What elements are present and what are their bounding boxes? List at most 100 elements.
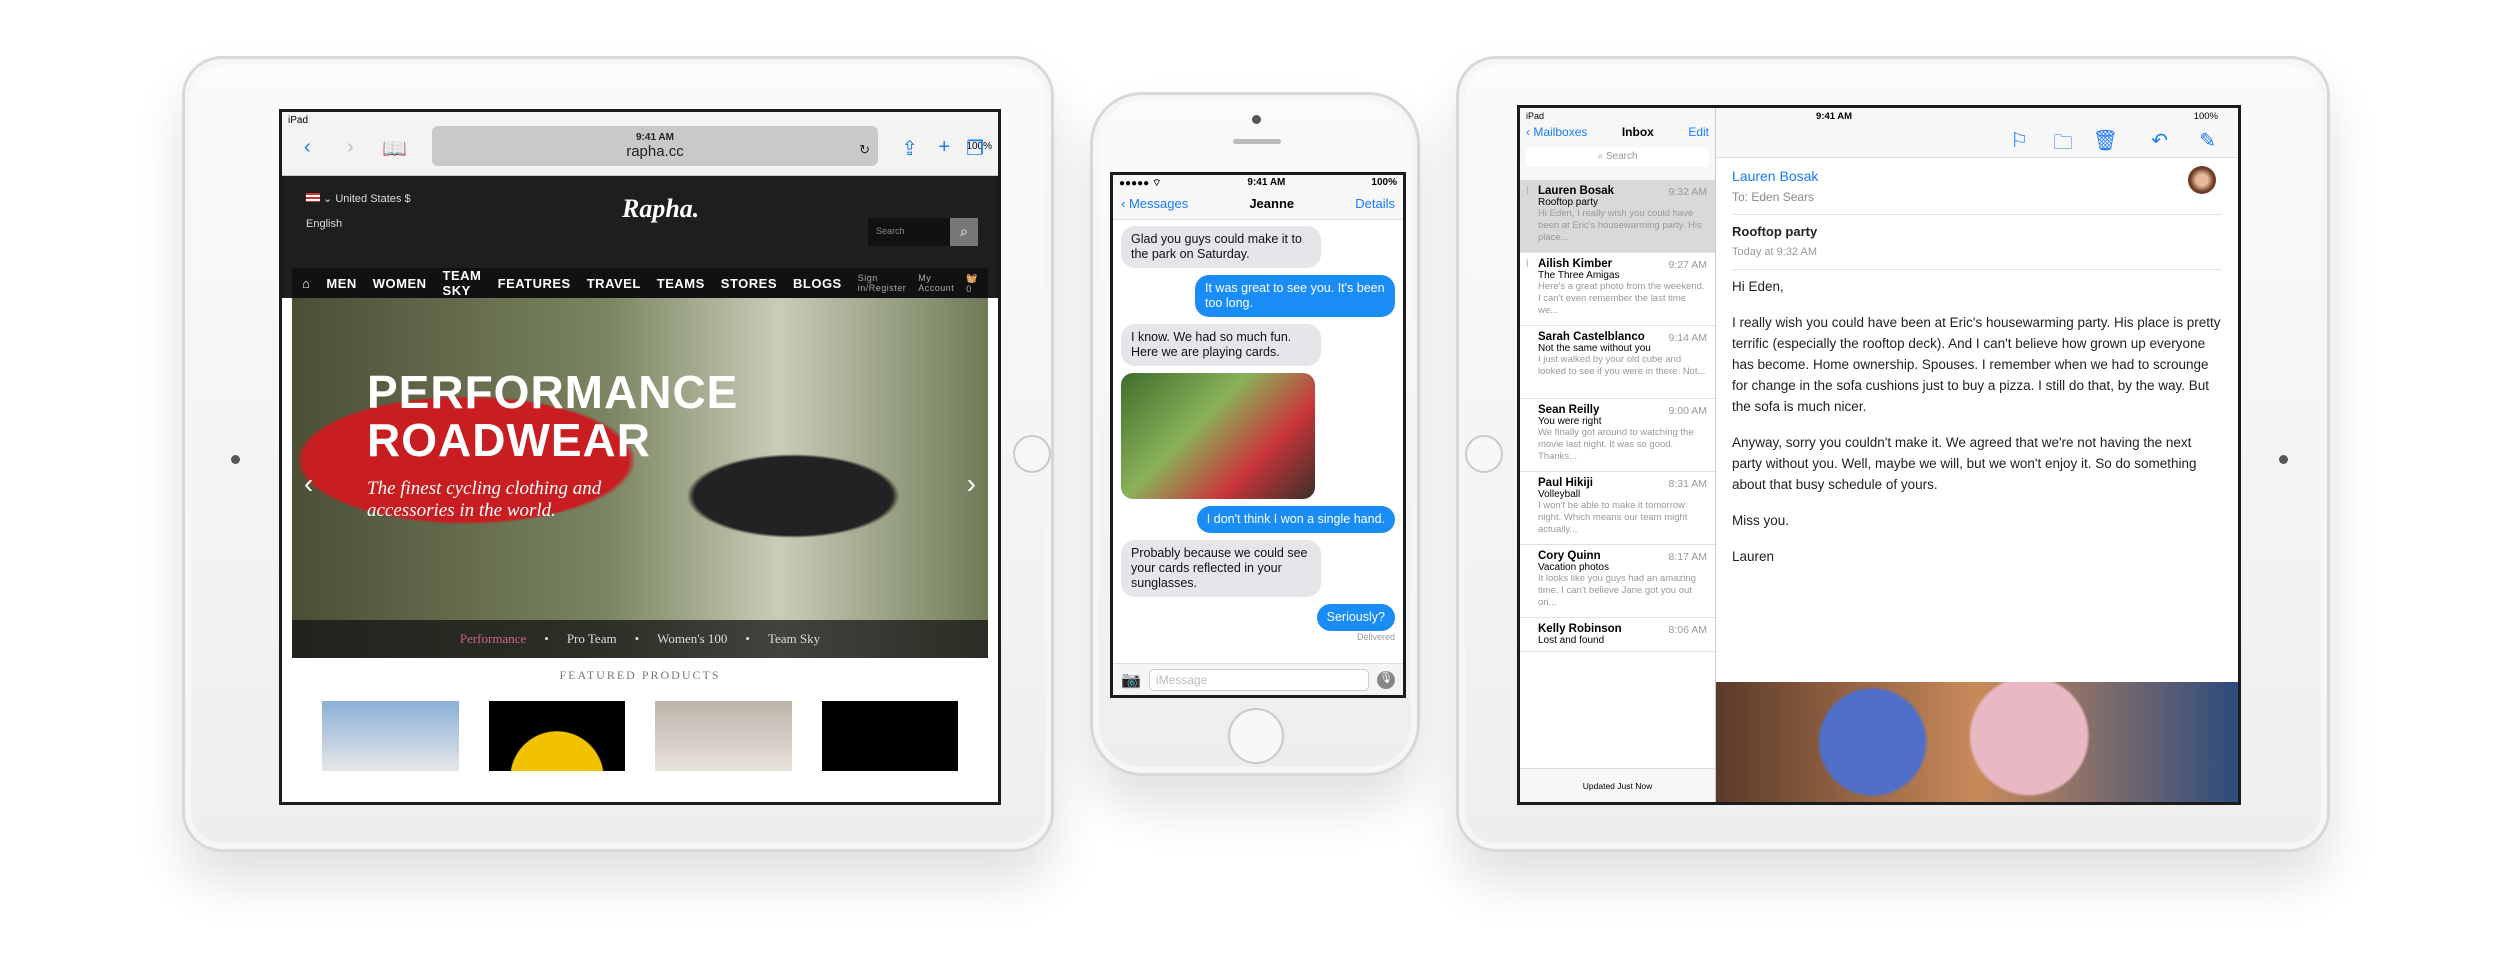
search-placeholder: Search (876, 226, 905, 236)
message-bubble[interactable]: Probably because we could see your cards… (1121, 540, 1321, 597)
mail-row[interactable]: Sarah Castelblanco 9:14 AM Not the same wi… (1520, 326, 1715, 399)
mail-screen: iPad ‹ Mailboxes Inbox Edit ⌕ Search ⌇ La… (1517, 105, 2241, 805)
attachment-icon: ⌇ (1525, 259, 1530, 270)
nav-features[interactable]: FEATURES (498, 276, 571, 291)
folder-icon[interactable]: 🗀 (2053, 128, 2073, 162)
nav-teams[interactable]: TEAMS (657, 276, 705, 291)
hero-subtitle: The finest cycling clothing and accessor… (367, 478, 602, 521)
nav-women[interactable]: WOMEN (373, 276, 427, 291)
flag-icon[interactable]: ⚐ (2010, 128, 2028, 153)
nav-team-sky[interactable]: TEAM SKY (443, 268, 482, 298)
flag-icon (306, 193, 320, 202)
preview: Here's a great photo from the weekend. I… (1538, 281, 1705, 316)
message-bubble[interactable]: I know. We had so much fun. Here we are … (1121, 324, 1321, 366)
url: rapha.cc (626, 143, 684, 160)
nav-travel[interactable]: TRAVEL (587, 276, 641, 291)
mail-row[interactable]: Paul Hikiji 8:31 AM Volleyball I won't be a… (1520, 472, 1715, 545)
basket[interactable]: 🧺 0 (966, 273, 978, 294)
inline-photo[interactable] (1716, 682, 2238, 802)
account-link[interactable]: My Account (918, 273, 954, 294)
hero-tab-team-sky[interactable]: Team Sky (768, 631, 820, 647)
inbox-header: iPad ‹ Mailboxes Inbox Edit ⌕ Search (1520, 108, 1715, 180)
microphone-icon[interactable]: 🎙 (1377, 670, 1395, 689)
site-search[interactable]: Search ⌕ (868, 218, 978, 246)
trash-icon[interactable]: 🗑 (2093, 128, 2118, 153)
mail-row[interactable]: ⌇ Ailish Kimber 9:27 AM The Three Amigas Her… (1520, 253, 1715, 326)
message-bubble[interactable]: Seriously? (1316, 604, 1395, 631)
edit-button[interactable]: Edit (1688, 125, 1709, 139)
home-button[interactable] (1013, 435, 1051, 473)
nav-blogs[interactable]: BLOGS (793, 276, 842, 291)
subject: Volleyball (1538, 489, 1581, 500)
message-bubble[interactable]: It was great to see you. It's been too l… (1195, 275, 1395, 317)
mail-row[interactable]: Sean Reilly 9:00 AM You were right We final… (1520, 399, 1715, 472)
back-icon[interactable]: ‹ (304, 136, 311, 159)
photo-attachment[interactable] (1121, 373, 1315, 499)
chevron-left-icon[interactable]: ‹ (304, 468, 313, 500)
tabs-icon[interactable]: ❐ (966, 136, 984, 161)
product-tile[interactable] (655, 701, 792, 771)
bookmarks-icon[interactable]: 📖 (382, 136, 407, 161)
nav-men[interactable]: MEN (326, 276, 356, 291)
hero-tab-pro-team[interactable]: Pro Team (567, 631, 617, 647)
search-placeholder: Search (1605, 151, 1638, 162)
updated-status: Updated Just Now (1520, 768, 1715, 802)
search-field[interactable]: ⌕ Search (1526, 147, 1709, 167)
region-selector[interactable]: ⌄ United States $ (306, 192, 411, 205)
body-paragraph: Anyway, sorry you couldn't make it. We a… (1732, 435, 2197, 492)
preview: I won't be able to make it tomorrow nigh… (1538, 500, 1688, 535)
reload-icon[interactable]: ↻ (859, 142, 870, 158)
home-button[interactable] (1228, 708, 1284, 764)
message-detail: 9:41 AM 100% ⚐ 🗀 🗑 ↶ ✎ Lauren Bosak To: … (1716, 108, 2238, 802)
reply-icon[interactable]: ↶ (2151, 128, 2168, 153)
earpiece (1233, 139, 1281, 144)
forward-icon[interactable]: › (347, 136, 354, 159)
subject: Vacation photos (1538, 562, 1609, 573)
new-tab-icon[interactable]: + (938, 136, 950, 159)
home-icon[interactable]: ⌂ (302, 276, 310, 291)
messages-navbar: ‹ Messages Jeanne Details (1113, 192, 1403, 220)
nav-stores[interactable]: STORES (721, 276, 777, 291)
share-icon[interactable]: ⇪ (901, 136, 918, 161)
sender-name[interactable]: Lauren Bosak (1732, 166, 2222, 187)
earpiece-camera (1252, 115, 1261, 124)
sign-in-link[interactable]: Sign in/Register (858, 273, 907, 294)
safari-toolbar: iPad 100% ‹ › 📖 9:41 AM rapha.cc ↻ ⇪ + ❐ (282, 112, 998, 176)
imessage-input[interactable]: iMessage (1148, 668, 1369, 691)
safari-screen: iPad 100% ‹ › 📖 9:41 AM rapha.cc ↻ ⇪ + ❐ ⌄ … (279, 109, 1001, 805)
back-button[interactable]: ‹ Messages (1121, 196, 1188, 211)
search-icon[interactable]: ⌕ (950, 218, 978, 246)
mail-toolbar: 9:41 AM 100% ⚐ 🗀 🗑 ↶ ✎ (1716, 108, 2238, 158)
product-tile[interactable] (488, 701, 625, 771)
hero-banner[interactable]: ‹ › PERFORMANCE ROADWEAR The finest cycl… (292, 298, 988, 658)
mailboxes-button[interactable]: ‹ Mailboxes (1526, 125, 1587, 139)
address-bar[interactable]: 9:41 AM rapha.cc ↻ (432, 126, 878, 166)
language[interactable]: English (306, 218, 342, 230)
mail-row[interactable]: Cory Quinn 8:17 AM Vacation photos It looks… (1520, 545, 1715, 618)
hero-tab-performance[interactable]: Performance (460, 631, 526, 647)
hero-tab-womens-100[interactable]: Women's 100 (657, 631, 727, 647)
mailboxes-label: Mailboxes (1533, 125, 1588, 139)
camera-icon[interactable]: 📷 (1121, 670, 1141, 690)
clock: 9:41 AM (636, 132, 674, 143)
main-nav: ⌂ MEN WOMEN TEAM SKY FEATURES TRAVEL TEA… (292, 268, 988, 298)
message-bubble[interactable]: Glad you guys could make it to the park … (1121, 226, 1321, 268)
message-bubble[interactable]: I don't think I won a single hand. (1196, 506, 1395, 533)
mail-row[interactable]: Kelly Robinson 8:06 AM Lost and found (1520, 618, 1715, 652)
product-tile[interactable] (821, 701, 958, 771)
mail-row[interactable]: ⌇ Lauren Bosak 9:32 AM Rooftop party Hi Eden… (1520, 180, 1715, 253)
details-button[interactable]: Details (1355, 196, 1395, 211)
product-tile[interactable] (322, 701, 459, 771)
message-subject: Rooftop party (1732, 224, 1818, 239)
ipad-left: iPad 100% ‹ › 📖 9:41 AM rapha.cc ↻ ⇪ + ❐ ⌄ … (182, 56, 1054, 852)
time: 8:17 AM (1668, 551, 1707, 563)
time: 9:14 AM (1668, 332, 1707, 344)
compose-icon[interactable]: ✎ (2199, 128, 2216, 153)
preview: Hi Eden, I really wish you could have be… (1538, 208, 1702, 243)
chevron-right-icon[interactable]: › (967, 468, 976, 500)
messages-screen: ●●●●● ︎⌔ 9:41 AM 100% ‹ Messages Jeanne De… (1110, 172, 1406, 698)
rapha-logo[interactable]: Rapha. (622, 194, 699, 224)
home-button[interactable] (1465, 435, 1503, 473)
recipient: To: Eden Sears (1732, 190, 1815, 204)
sender-avatar[interactable] (2188, 166, 2216, 194)
